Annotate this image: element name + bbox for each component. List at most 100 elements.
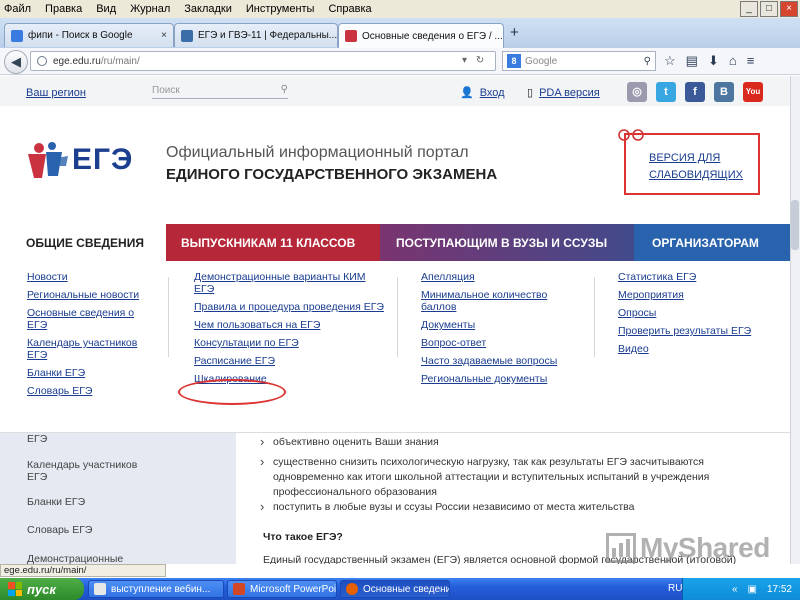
download-icon[interactable]: ⬇ <box>708 53 719 69</box>
link-regional-news[interactable]: Региональные новости <box>27 289 157 301</box>
search-placeholder: Google <box>525 55 558 67</box>
menu-file[interactable]: Файл <box>4 3 31 15</box>
vertical-scrollbar[interactable] <box>790 76 800 564</box>
tray-arrow-icon[interactable]: « <box>732 584 738 595</box>
link-polls[interactable]: Опросы <box>618 307 758 319</box>
sidebar-item-calendar[interactable]: Календарь участников ЕГЭ <box>27 459 157 483</box>
link-consultations[interactable]: Консультации по ЕГЭ <box>194 337 384 349</box>
reload-icon[interactable]: ↻ <box>476 55 484 66</box>
watermark: MyShared <box>606 532 770 564</box>
sidebar-item-demo[interactable]: Демонстрационные <box>27 553 123 564</box>
magnifier-icon[interactable]: ⚲ <box>644 56 651 67</box>
menu-history[interactable]: Журнал <box>130 3 170 15</box>
globe-icon <box>37 56 47 66</box>
link-appeal[interactable]: Апелляция <box>421 271 571 283</box>
scrollbar-thumb[interactable] <box>791 200 799 250</box>
site-search-input[interactable]: Поиск ⚲ <box>152 84 288 99</box>
link-documents[interactable]: Документы <box>421 319 571 331</box>
link-schedule[interactable]: Расписание ЕГЭ <box>194 355 384 367</box>
link-events[interactable]: Мероприятия <box>618 289 758 301</box>
link-qa[interactable]: Вопрос-ответ <box>421 337 571 349</box>
sidebar-item-ege[interactable]: ЕГЭ <box>27 433 47 445</box>
google-favicon-icon <box>11 29 23 42</box>
pda-label[interactable]: PDA версия <box>539 87 600 99</box>
search-icon[interactable]: ⚲ <box>281 84 288 95</box>
tab-bar: фипи - Поиск в Google × ЕГЭ и ГВЭ-11 | Ф… <box>0 18 800 48</box>
bookmarks-list-icon[interactable]: ▤ <box>686 53 698 69</box>
social-links: ◎ t f B You <box>627 82 763 102</box>
menu-edit[interactable]: Правка <box>45 3 82 15</box>
close-window-button[interactable]: × <box>780 1 798 17</box>
search-bar[interactable]: 8 Google ⚲ <box>502 51 656 71</box>
link-ege-basics[interactable]: Основные сведения о ЕГЭ <box>27 307 157 331</box>
taskbar-item-webinar[interactable]: выступление вебин... <box>88 580 224 598</box>
tab-label: фипи - Поиск в Google <box>28 30 133 41</box>
network-icon[interactable]: ▣ <box>748 584 757 595</box>
sidebar-item-glossary[interactable]: Словарь ЕГЭ <box>27 524 92 536</box>
tab-ege-main[interactable]: Основные сведения о ЕГЭ / ... × <box>338 23 504 48</box>
tab-close-icon[interactable]: × <box>155 30 167 41</box>
tab-label: ЕГЭ и ГВЭ-11 | Федеральны... <box>198 30 338 41</box>
start-button[interactable]: пуск <box>0 578 84 600</box>
menu-view[interactable]: Вид <box>96 3 116 15</box>
benefit-item: объективно оценить Ваши знания <box>260 434 753 450</box>
window-controls: _ □ × <box>740 1 798 17</box>
nav-applicants[interactable]: ПОСТУПАЮЩИМ В ВУЗЫ И ССУЗЫ <box>380 224 634 261</box>
dropdown-arrow-icon[interactable]: ▾ <box>462 55 467 66</box>
menu-help[interactable]: Справка <box>328 3 371 15</box>
tab-google-search[interactable]: фипи - Поиск в Google × <box>4 23 174 47</box>
tab-fipi[interactable]: ЕГЭ и ГВЭ-11 | Федеральны... × <box>174 23 338 47</box>
link-min-scores[interactable]: Минимальное количество баллов <box>421 289 571 313</box>
minimize-button[interactable]: _ <box>740 1 758 17</box>
youtube-icon[interactable]: You <box>743 82 763 102</box>
pda-link[interactable]: ▯ PDA версия <box>527 86 600 100</box>
firefox-icon <box>346 583 358 595</box>
web-page: Ваш регион Поиск ⚲ 👤 Вход ▯ PDA версия ◎… <box>0 76 790 564</box>
taskbar-item-powerpoint[interactable]: Microsoft PowerPoint ... <box>227 580 337 598</box>
tab-close-icon[interactable]: × <box>503 31 504 42</box>
link-forms[interactable]: Бланки ЕГЭ <box>27 367 157 379</box>
language-indicator[interactable]: RU <box>668 583 682 594</box>
link-video[interactable]: Видео <box>618 343 758 355</box>
region-link[interactable]: Ваш регион <box>26 87 86 99</box>
vision-line2: СЛАБОВИДЯЩИХ <box>649 169 743 181</box>
vkontakte-icon[interactable]: B <box>714 82 734 102</box>
nav-organizers[interactable]: ОРГАНИЗАТОРАМ <box>634 224 790 261</box>
facebook-icon[interactable]: f <box>685 82 705 102</box>
link-regional-docs[interactable]: Региональные документы <box>421 373 571 385</box>
nav-general-info[interactable]: ОБЩИЕ СВЕДЕНИЯ <box>0 224 166 261</box>
new-tab-icon[interactable]: + <box>510 24 519 41</box>
portal-title-line2: ЕДИНОГО ГОСУДАРСТВЕННОГО ЭКЗАМЕНА <box>166 166 498 183</box>
link-statistics[interactable]: Статистика ЕГЭ <box>618 271 758 283</box>
login-link[interactable]: 👤 Вход <box>460 86 505 100</box>
menu-bookmarks[interactable]: Закладки <box>184 3 232 15</box>
star-bookmark-icon[interactable]: ☆ <box>664 53 676 69</box>
menu-icon[interactable]: ≡ <box>747 53 755 69</box>
powerpoint-icon <box>233 583 245 595</box>
nav-graduates[interactable]: ВЫПУСКНИКАМ 11 КЛАССОВ <box>166 224 380 261</box>
login-label[interactable]: Вход <box>480 87 505 99</box>
link-glossary[interactable]: Словарь ЕГЭ <box>27 385 157 397</box>
link-demo-variants[interactable]: Демонстрационные варианты КИМ ЕГЭ <box>194 271 384 295</box>
link-faq[interactable]: Часто задаваемые вопросы <box>421 355 571 367</box>
odnoklassniki-icon[interactable]: ◎ <box>627 82 647 102</box>
ege-logo[interactable]: ЕГЭ <box>26 140 133 180</box>
home-icon[interactable]: ⌂ <box>729 53 737 69</box>
link-check-results[interactable]: Проверить результаты ЕГЭ <box>618 325 758 337</box>
link-news[interactable]: Новости <box>27 271 157 283</box>
link-allowed-items[interactable]: Чем пользоваться на ЕГЭ <box>194 319 384 331</box>
watermark-chart-icon <box>606 533 636 563</box>
url-bar[interactable]: ege.edu.ru/ru/main/ <box>30 51 496 71</box>
vision-line1: ВЕРСИЯ ДЛЯ <box>649 152 721 164</box>
taskbar-item-firefox[interactable]: Основные сведения... <box>340 580 450 598</box>
low-vision-version-link[interactable]: ВЕРСИЯ ДЛЯ СЛАБОВИДЯЩИХ <box>649 150 743 184</box>
dropdown-col-3: Апелляция Минимальное количество баллов … <box>421 271 571 391</box>
twitter-icon[interactable]: t <box>656 82 676 102</box>
portal-title-line1: Официальный информационный портал <box>166 144 469 161</box>
sidebar-item-forms[interactable]: Бланки ЕГЭ <box>27 496 85 508</box>
maximize-button[interactable]: □ <box>760 1 778 17</box>
link-participant-calendar[interactable]: Календарь участников ЕГЭ <box>27 337 157 361</box>
link-rules[interactable]: Правила и процедура проведения ЕГЭ <box>194 301 384 313</box>
back-arrow-icon[interactable]: ◀ <box>4 50 28 74</box>
menu-tools[interactable]: Инструменты <box>246 3 315 15</box>
